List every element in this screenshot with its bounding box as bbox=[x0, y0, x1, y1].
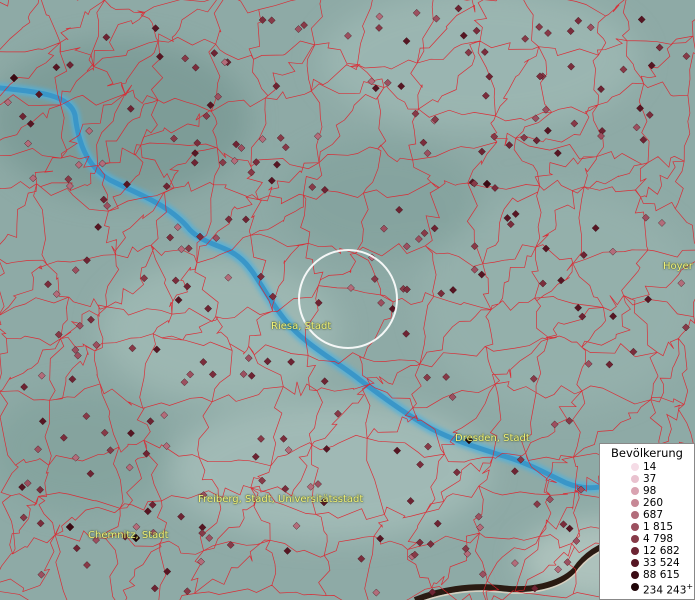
legend-swatch bbox=[631, 463, 639, 471]
legend-swatch bbox=[631, 487, 639, 495]
legend-label: 687 bbox=[643, 509, 664, 521]
legend-label: 234 243 bbox=[643, 584, 687, 597]
legend-swatch bbox=[631, 571, 639, 579]
legend-label: 260 bbox=[643, 497, 664, 509]
legend-label: 33 524 bbox=[643, 557, 680, 569]
legend-swatch bbox=[631, 559, 639, 567]
legend-item: 260 bbox=[600, 497, 694, 509]
legend-item: 37 bbox=[600, 473, 694, 485]
legend-swatch bbox=[631, 511, 639, 519]
legend-item: 33 524 bbox=[600, 557, 694, 569]
legend-item: 4 798 bbox=[600, 533, 694, 545]
legend-item: 98 bbox=[600, 485, 694, 497]
label-dresden: Dresden, Stadt bbox=[455, 433, 530, 444]
legend-swatch bbox=[631, 535, 639, 543]
label-chemnitz: Chemnitz, Stadt bbox=[88, 530, 169, 541]
legend-suffix: + bbox=[686, 582, 694, 591]
legend-item: 88 615 bbox=[600, 569, 694, 581]
legend-label: 12 682 bbox=[643, 545, 680, 557]
legend-label: 1 815 bbox=[643, 521, 674, 533]
legend-item: 234 243+ bbox=[600, 581, 694, 597]
legend-swatch bbox=[631, 583, 639, 591]
population-legend: Bevölkerung 14 37 98 260 687 1 815 4 798 12 682… bbox=[599, 443, 695, 600]
legend-swatch bbox=[631, 475, 639, 483]
legend-label: 14 bbox=[643, 461, 657, 473]
legend-label: 4 798 bbox=[643, 533, 674, 545]
label-freiberg: Freiberg, Stadt, Universitätsstadt bbox=[198, 494, 364, 505]
legend-swatch bbox=[631, 499, 639, 507]
legend-item: 12 682 bbox=[600, 545, 694, 557]
legend-item: 1 815 bbox=[600, 521, 694, 533]
legend-item: 687 bbox=[600, 509, 694, 521]
legend-swatch bbox=[631, 547, 639, 555]
legend-label: 88 615 bbox=[643, 569, 680, 581]
legend-label: 98 bbox=[643, 485, 657, 497]
label-hoyerswerda: Hoyer bbox=[663, 261, 693, 272]
legend-swatch bbox=[631, 523, 639, 531]
label-riesa: Riesa, Stadt bbox=[271, 321, 332, 332]
legend-item: 14 bbox=[600, 461, 694, 473]
legend-title: Bevölkerung bbox=[611, 446, 683, 460]
map-canvas[interactable] bbox=[0, 0, 695, 600]
legend-label: 37 bbox=[643, 473, 657, 485]
